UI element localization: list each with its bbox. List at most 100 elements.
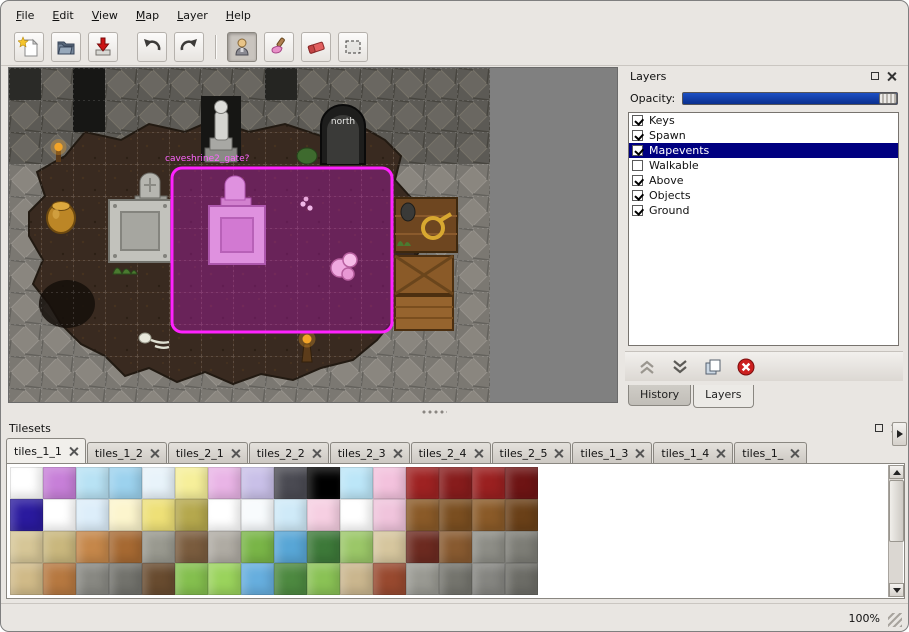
tile-1-4[interactable] xyxy=(142,499,175,531)
duplicate-layer-button[interactable] xyxy=(701,356,725,378)
tab-close-icon[interactable] xyxy=(312,449,321,458)
redo-button[interactable] xyxy=(174,32,204,62)
paint-tool-button[interactable] xyxy=(264,32,294,62)
tile-3-9[interactable] xyxy=(307,563,340,595)
tile-2-9[interactable] xyxy=(307,531,340,563)
tile-0-11[interactable] xyxy=(373,467,406,499)
float-panel-button[interactable] xyxy=(868,70,881,83)
tile-0-6[interactable] xyxy=(208,467,241,499)
layer-visibility-checkbox[interactable] xyxy=(632,115,643,126)
tile-2-1[interactable] xyxy=(43,531,76,563)
tileset-tab-tiles_1_4[interactable]: tiles_1_4 xyxy=(653,442,733,464)
tab-scroll-right-button[interactable] xyxy=(892,422,907,446)
map-gold-pot[interactable] xyxy=(47,202,75,234)
tab-close-icon[interactable] xyxy=(790,449,799,458)
layer-row-walkable[interactable]: Walkable xyxy=(629,158,898,173)
tile-3-15[interactable] xyxy=(505,563,538,595)
tab-close-icon[interactable] xyxy=(69,447,78,456)
tile-3-0[interactable] xyxy=(10,563,43,595)
tile-3-10[interactable] xyxy=(340,563,373,595)
tileset-tab-tiles_2_2[interactable]: tiles_2_2 xyxy=(249,442,329,464)
undo-button[interactable] xyxy=(137,32,167,62)
tile-1-7[interactable] xyxy=(241,499,274,531)
tileset-tab-tiles_1_1[interactable]: tiles_1_1 xyxy=(6,438,86,464)
tab-close-icon[interactable] xyxy=(150,449,159,458)
tile-0-8[interactable] xyxy=(274,467,307,499)
tileset-tab-tiles_2_3[interactable]: tiles_2_3 xyxy=(330,442,410,464)
stamp-tool-button[interactable] xyxy=(227,32,257,62)
menu-layer[interactable]: Layer xyxy=(168,5,217,26)
map-selection[interactable] xyxy=(172,168,392,332)
tile-3-1[interactable] xyxy=(43,563,76,595)
tile-2-7[interactable] xyxy=(241,531,274,563)
tile-3-11[interactable] xyxy=(373,563,406,595)
delete-layer-button[interactable] xyxy=(734,356,758,378)
tile-1-11[interactable] xyxy=(373,499,406,531)
layer-visibility-checkbox[interactable] xyxy=(632,205,643,216)
select-tool-button[interactable] xyxy=(338,32,368,62)
tile-0-15[interactable] xyxy=(505,467,538,499)
opacity-slider[interactable] xyxy=(682,92,898,105)
tile-1-13[interactable] xyxy=(439,499,472,531)
map-monument-gray[interactable] xyxy=(109,200,171,262)
tile-1-12[interactable] xyxy=(406,499,439,531)
tab-close-icon[interactable] xyxy=(393,449,402,458)
tileset-tab-tiles_1_2[interactable]: tiles_1_2 xyxy=(87,442,167,464)
tile-1-2[interactable] xyxy=(76,499,109,531)
layer-visibility-checkbox[interactable] xyxy=(632,190,643,201)
tile-2-3[interactable] xyxy=(109,531,142,563)
tile-0-5[interactable] xyxy=(175,467,208,499)
menu-view[interactable]: View xyxy=(83,5,127,26)
map-cabinet[interactable] xyxy=(395,198,457,252)
tile-2-0[interactable] xyxy=(10,531,43,563)
tile-1-8[interactable] xyxy=(274,499,307,531)
tile-3-7[interactable] xyxy=(241,563,274,595)
layer-visibility-checkbox[interactable] xyxy=(632,175,643,186)
tile-1-1[interactable] xyxy=(43,499,76,531)
tile-1-10[interactable] xyxy=(340,499,373,531)
tab-close-icon[interactable] xyxy=(231,449,240,458)
horizontal-splitter[interactable] xyxy=(1,403,908,419)
tile-0-2[interactable] xyxy=(76,467,109,499)
map-crate-bottom[interactable] xyxy=(395,296,453,330)
tile-0-7[interactable] xyxy=(241,467,274,499)
tab-close-icon[interactable] xyxy=(474,449,483,458)
tile-3-6[interactable] xyxy=(208,563,241,595)
tileset-tab-tiles_2_4[interactable]: tiles_2_4 xyxy=(411,442,491,464)
tile-2-2[interactable] xyxy=(76,531,109,563)
tile-2-12[interactable] xyxy=(406,531,439,563)
tile-2-14[interactable] xyxy=(472,531,505,563)
tile-2-15[interactable] xyxy=(505,531,538,563)
layer-visibility-checkbox[interactable] xyxy=(632,160,643,171)
close-panel-button[interactable] xyxy=(885,70,898,83)
layer-row-above[interactable]: Above xyxy=(629,173,898,188)
scroll-down-button[interactable] xyxy=(889,583,904,597)
tile-1-3[interactable] xyxy=(109,499,142,531)
tile-0-3[interactable] xyxy=(109,467,142,499)
tab-close-icon[interactable] xyxy=(716,449,725,458)
tile-2-6[interactable] xyxy=(208,531,241,563)
layer-visibility-checkbox[interactable] xyxy=(632,130,643,141)
tile-0-4[interactable] xyxy=(142,467,175,499)
import-save-button[interactable] xyxy=(88,32,118,62)
open-folder-button[interactable] xyxy=(51,32,81,62)
tile-1-14[interactable] xyxy=(472,499,505,531)
tile-2-10[interactable] xyxy=(340,531,373,563)
map-statue[interactable] xyxy=(201,96,241,162)
layer-row-objects[interactable]: Objects xyxy=(629,188,898,203)
opacity-slider-handle[interactable] xyxy=(879,93,897,104)
tileset-tab-tiles_1_[interactable]: tiles_1_ xyxy=(734,442,807,464)
tile-0-13[interactable] xyxy=(439,467,472,499)
tile-3-14[interactable] xyxy=(472,563,505,595)
eraser-tool-button[interactable] xyxy=(301,32,331,62)
float-panel-button[interactable] xyxy=(872,422,885,435)
tile-3-4[interactable] xyxy=(142,563,175,595)
splitter-grip[interactable] xyxy=(421,409,447,415)
tile-3-5[interactable] xyxy=(175,563,208,595)
tab-close-icon[interactable] xyxy=(554,449,563,458)
tile-1-5[interactable] xyxy=(175,499,208,531)
layer-row-spawn[interactable]: Spawn xyxy=(629,128,898,143)
tile-0-10[interactable] xyxy=(340,467,373,499)
map-crate-top[interactable] xyxy=(395,256,453,294)
tile-0-9[interactable] xyxy=(307,467,340,499)
